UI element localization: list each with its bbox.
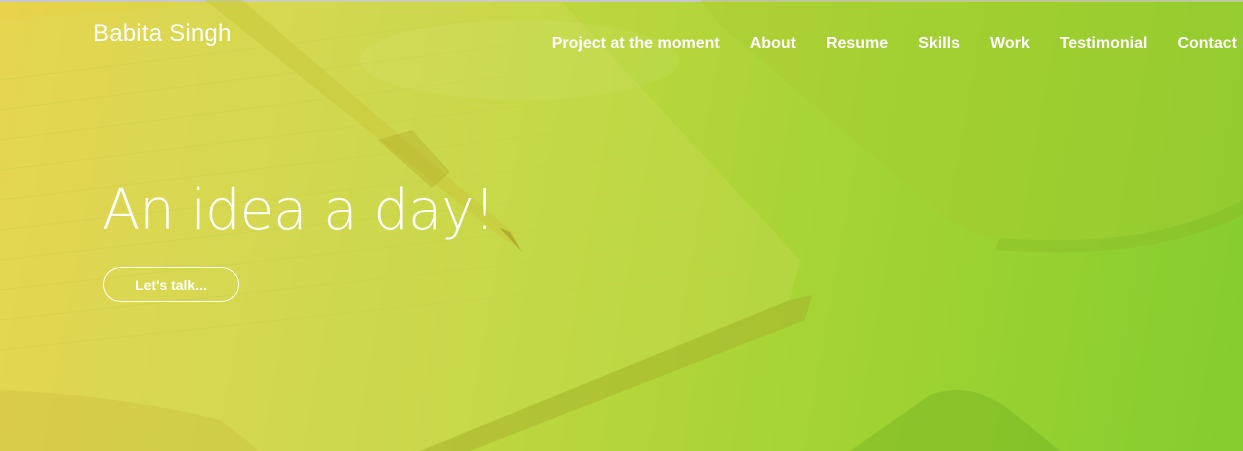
nav-item-skills[interactable]: Skills (918, 35, 960, 53)
nav-item-project[interactable]: Project at the moment (552, 35, 720, 53)
brand-logo-text[interactable]: Babita Singh (93, 20, 232, 48)
nav-item-contact[interactable]: Contact (1177, 35, 1237, 53)
nav-item-work[interactable]: Work (990, 35, 1030, 53)
main-nav: Project at the moment About Resume Skill… (522, 35, 1237, 53)
nav-item-resume[interactable]: Resume (826, 35, 888, 53)
nav-item-testimonial[interactable]: Testimonial (1060, 35, 1148, 53)
hero-headline: An idea a day! (102, 178, 496, 243)
hero-section: Babita Singh Project at the moment About… (0, 0, 1243, 451)
nav-item-about[interactable]: About (750, 35, 796, 53)
lets-talk-button[interactable]: Let's talk... (103, 267, 239, 302)
